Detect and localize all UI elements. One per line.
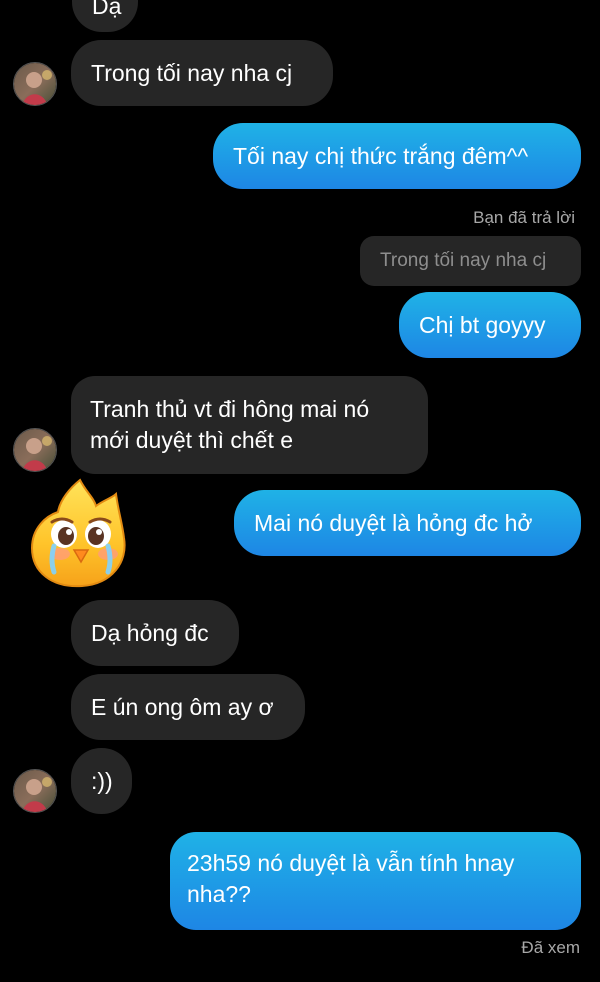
- message-text-line: mới duyệt thì chết e: [90, 427, 294, 453]
- seen-status: Đã xem: [521, 938, 580, 957]
- message-bubble-partial[interactable]: Dạ: [72, 0, 138, 32]
- reply-label: Bạn đã trả lời: [473, 208, 575, 227]
- avatar[interactable]: [13, 769, 57, 813]
- contact-avatar-icon: [14, 770, 56, 812]
- message-bubble-sent[interactable]: Chị bt goyyy: [399, 292, 581, 358]
- message-text: :)): [91, 767, 113, 794]
- message-text: Mai nó duyệt là hỏng đc hở: [254, 509, 533, 536]
- message-bubble-sent[interactable]: Mai nó duyệt là hỏng đc hở: [234, 490, 581, 556]
- message-text: E ún ong ôm ay ơ: [91, 693, 274, 720]
- message-text: Chị bt goyyy: [419, 311, 546, 338]
- contact-avatar-icon: [14, 429, 56, 471]
- message-bubble-received[interactable]: :)): [71, 748, 132, 814]
- crying-yellow-chick-sticker[interactable]: [24, 476, 134, 595]
- quoted-message[interactable]: Trong tối nay nha cj: [360, 236, 581, 286]
- message-bubble-received[interactable]: E ún ong ôm ay ơ: [71, 674, 305, 740]
- message-bubble-received[interactable]: Dạ hỏng đc: [71, 600, 239, 666]
- message-text: Dạ hỏng đc: [91, 619, 209, 646]
- message-bubble-sent[interactable]: 23h59 nó duyệt là vẫn tính hnay nha??: [170, 832, 581, 930]
- avatar[interactable]: [13, 428, 57, 472]
- message-bubble-sent[interactable]: Tối nay chị thức trắng đêm^^: [213, 123, 581, 189]
- message-bubble-received[interactable]: Tranh thủ vt đi hông mai nó mới duyệt th…: [71, 376, 428, 474]
- message-text: Dạ: [92, 0, 122, 19]
- message-text-line: nha??: [187, 881, 251, 907]
- contact-avatar-icon: [14, 63, 56, 105]
- message-text: Trong tối nay nha cj: [91, 59, 293, 86]
- avatar[interactable]: [13, 62, 57, 106]
- message-bubble-received[interactable]: Trong tối nay nha cj: [71, 40, 333, 106]
- message-text-line: 23h59 nó duyệt là vẫn tính hnay: [187, 850, 515, 876]
- quoted-text: Trong tối nay nha cj: [380, 250, 547, 271]
- message-text: Tối nay chị thức trắng đêm^^: [233, 142, 529, 169]
- message-text-line: Tranh thủ vt đi hông mai nó: [90, 396, 370, 422]
